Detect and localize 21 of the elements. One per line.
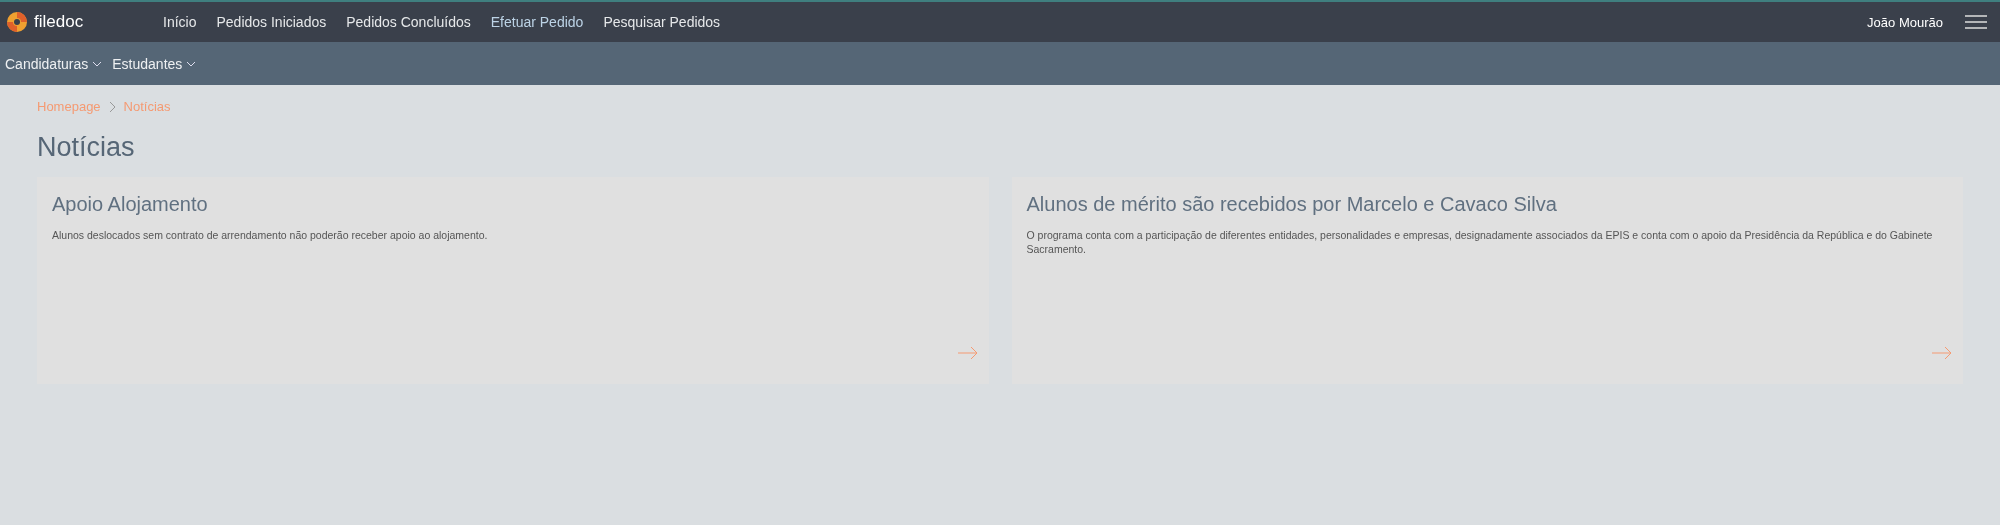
chevron-down-icon xyxy=(186,60,197,67)
news-text: O programa conta com a participação de diferentes entidades, personalidades e empresas, designadamente associados da EPIS e conta com o apoio da Presidência da República e do Gabinete Sacramento. xyxy=(1026,228,1934,256)
arrow-right-icon[interactable] xyxy=(956,346,979,360)
menu-icon[interactable] xyxy=(1965,15,1987,29)
page-title: Notícias xyxy=(37,132,136,163)
nav-link[interactable]: Pesquisar Pedidos xyxy=(603,14,721,30)
nav-link[interactable]: Início xyxy=(163,14,197,30)
dropdown-menu[interactable]: Estudantes xyxy=(112,55,197,72)
news-title: Apoio Alojamento xyxy=(52,193,209,216)
chevron-right-icon xyxy=(108,100,116,113)
nav-link[interactable]: Efetuar Pedido xyxy=(490,14,584,30)
news-title: Alunos de mérito são recebidos por Marcelo e Cavaco Silva xyxy=(1026,193,1558,216)
brand-name: filedoc xyxy=(34,12,84,32)
user-name[interactable]: João Mourão xyxy=(1867,14,1943,30)
logo-icon xyxy=(6,11,28,33)
news-text: Alunos deslocados sem contrato de arrendamento não poderão receber apoio ao alojamento. xyxy=(52,228,489,242)
chevron-down-icon xyxy=(92,60,103,67)
nav-link[interactable]: Pedidos Iniciados xyxy=(216,14,327,30)
dropdown-menu[interactable]: Candidaturas xyxy=(5,55,103,72)
nav-link[interactable]: Pedidos Concluídos xyxy=(346,14,471,30)
arrow-right-icon[interactable] xyxy=(1931,346,1953,360)
